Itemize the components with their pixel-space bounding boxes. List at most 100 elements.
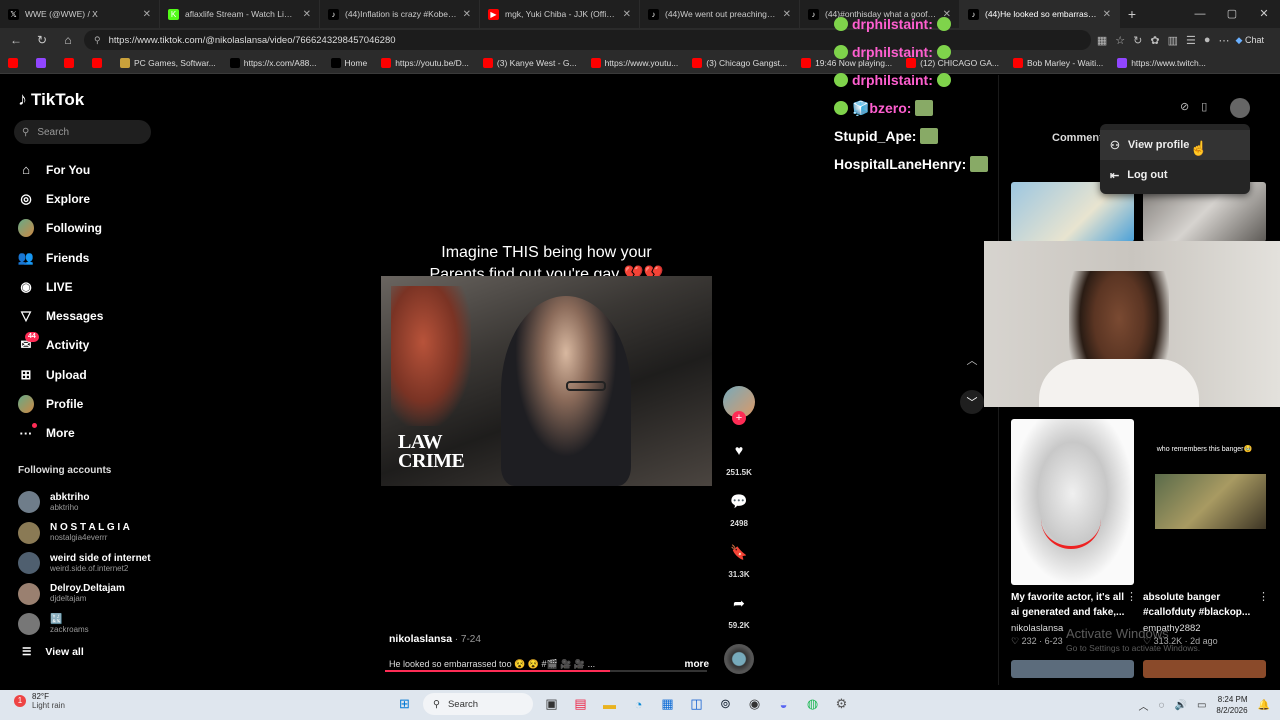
rec-left-more-icon[interactable]: ⋮: [1126, 590, 1137, 603]
video-player[interactable]: LAW CRIME: [381, 276, 712, 486]
new-tab-button[interactable]: +: [1120, 6, 1144, 22]
nav-item-upload[interactable]: ⊞ Upload: [18, 360, 103, 389]
copilot-chat-button[interactable]: ◆ Chat: [1236, 35, 1274, 46]
spotify-icon[interactable]: ◍: [802, 693, 823, 715]
bookmark-item[interactable]: (3) Chicago Gangst...: [692, 57, 787, 68]
share-icon[interactable]: ➦: [723, 587, 755, 619]
outlook-icon[interactable]: ◫: [686, 693, 707, 715]
back-icon[interactable]: ←: [6, 33, 26, 47]
nav-item-live[interactable]: ◉ LIVE: [18, 272, 103, 301]
close-tab-icon[interactable]: ✕: [1103, 9, 1111, 20]
volume-icon[interactable]: 🔊: [1175, 700, 1187, 711]
previous-video-button[interactable]: ︿: [960, 348, 984, 372]
widgets-icon[interactable]: ▤: [570, 693, 591, 715]
nav-item-profile[interactable]: Profile: [18, 389, 103, 418]
nav-item-explore[interactable]: ◎ Explore: [18, 184, 103, 213]
device-icon[interactable]: ▯: [1201, 100, 1207, 113]
nav-item-more[interactable]: ··· More: [18, 419, 103, 448]
battery-icon[interactable]: ▭: [1197, 700, 1206, 711]
bookmark-item[interactable]: Bob Marley - Waiti...: [1012, 57, 1103, 68]
bookmark-item[interactable]: https://youtu.be/D...: [381, 57, 469, 68]
browser-tab[interactable]: ▶ mgk, Yuki Chiba - JJK (Official Vide ✕: [480, 0, 640, 28]
extensions-icon[interactable]: ✿: [1150, 34, 1159, 47]
bookmark-item[interactable]: [64, 57, 78, 68]
bookmark-item[interactable]: https://www.twitch...: [1117, 57, 1206, 68]
task-view-icon[interactable]: ▣: [541, 693, 562, 715]
file-explorer-icon[interactable]: ▬: [599, 693, 620, 715]
comment-action[interactable]: 💬 2498: [720, 485, 758, 529]
browser-tab[interactable]: 𝕏 WWE (@WWE) / X ✕: [0, 0, 160, 28]
show-hidden-icons-icon[interactable]: ︿: [1139, 698, 1149, 713]
taskbar-search[interactable]: ⚲ Search: [423, 693, 533, 715]
favorite-star-icon[interactable]: ☆: [1115, 34, 1125, 47]
network-icon[interactable]: ◌: [1159, 700, 1165, 711]
maximize-button[interactable]: ▢: [1216, 0, 1248, 28]
follow-plus-icon[interactable]: +: [732, 411, 746, 425]
nav-item-for-you[interactable]: ⌂ For You: [18, 155, 103, 184]
site-info-icon[interactable]: ⚲: [94, 35, 101, 46]
notifications-icon[interactable]: 🔔: [1258, 700, 1270, 711]
browser-tab[interactable]: Kaflaxlife Stream - Watch Live on K ✕: [160, 0, 320, 28]
bookmark-item[interactable]: [36, 57, 50, 68]
more-menu-icon[interactable]: ⋯: [1219, 34, 1230, 47]
rec-right-more-icon[interactable]: ⋮: [1258, 590, 1269, 603]
user-avatar[interactable]: [1230, 98, 1250, 118]
bookmark-item[interactable]: Home: [330, 57, 367, 68]
store-icon[interactable]: ▦: [657, 693, 678, 715]
rec-thumbnail-6[interactable]: [1143, 660, 1266, 678]
log-out-menu-item[interactable]: ⇤ Log out: [1100, 160, 1250, 190]
comment-icon[interactable]: 💬: [723, 485, 755, 517]
following-account-item[interactable]: abktriho abktriho: [18, 487, 151, 518]
following-account-item[interactable]: 🔣 zackroams: [18, 609, 151, 640]
rec-thumbnail-3[interactable]: [1011, 419, 1134, 585]
steam-icon[interactable]: ⊚: [715, 693, 736, 715]
creator-avatar[interactable]: +: [723, 386, 755, 425]
rec-left-user[interactable]: nikolaslansa: [1011, 623, 1063, 634]
video-progress-bar[interactable]: [385, 670, 707, 672]
app-icon[interactable]: ◉: [744, 693, 765, 715]
clock[interactable]: 8:24 PM 8/2/2026: [1216, 694, 1247, 716]
more-button[interactable]: more: [685, 659, 709, 670]
bookmark-icon[interactable]: 🔖: [723, 536, 755, 568]
next-video-button[interactable]: ﹀: [960, 390, 984, 414]
nav-item-messages[interactable]: ▽ Messages: [18, 301, 103, 330]
apps-icon[interactable]: ▦: [1097, 34, 1107, 47]
music-disc-icon[interactable]: [724, 644, 754, 674]
video-author[interactable]: nikolaslansa: [389, 633, 452, 645]
browser-tab[interactable]: ♪ (44)Inflation is crazy #Kobe | TikTok ✕: [320, 0, 480, 28]
bookmark-item[interactable]: [8, 57, 22, 68]
rec-left-title[interactable]: My favorite actor, it's all ai generated…: [1011, 590, 1129, 620]
view-all-link[interactable]: ☰ View all: [22, 646, 84, 658]
minimize-button[interactable]: —: [1184, 0, 1216, 28]
edge-icon[interactable]: ◔: [628, 693, 649, 715]
bookmark-item[interactable]: https://www.youtu...: [590, 57, 678, 68]
rec-thumbnail-4[interactable]: who remembers this banger🥹: [1143, 419, 1266, 585]
browser-tab[interactable]: ♪ (44)We went out preaching the G ✕: [640, 0, 800, 28]
bookmark-item[interactable]: (3) Kanye West - G...: [482, 57, 577, 68]
following-account-item[interactable]: Delroy.Deltajam djdeltajam: [18, 579, 151, 610]
weather-widget[interactable]: 1 82°F Light rain: [14, 692, 65, 710]
settings-icon[interactable]: ⚙: [831, 693, 852, 715]
close-tab-icon[interactable]: ✕: [303, 9, 311, 20]
search-input[interactable]: ⚲ Search: [14, 120, 151, 144]
windows-start-icon[interactable]: ⊞: [394, 693, 415, 715]
profile-avatar-icon[interactable]: ●: [1204, 34, 1211, 47]
following-account-item[interactable]: N O S T A L G I Anostalgia4everrr: [18, 518, 151, 549]
bookmark-item[interactable]: PC Games, Softwar...: [120, 57, 216, 68]
coins-icon[interactable]: ⊘: [1180, 100, 1189, 113]
nav-item-friends[interactable]: 👥 Friends: [18, 243, 103, 272]
discord-icon[interactable]: ◒: [773, 693, 794, 715]
rec-right-title[interactable]: absolute banger #callofduty #blackop...: [1143, 590, 1261, 620]
tiktok-logo[interactable]: ♪ TikTok: [18, 89, 84, 110]
comments-tab[interactable]: Comment: [1052, 132, 1103, 144]
heart-icon[interactable]: ♥: [723, 434, 755, 466]
bookmark-item[interactable]: [92, 57, 106, 68]
close-window-button[interactable]: ✕: [1248, 0, 1280, 28]
nav-item-following[interactable]: Following: [18, 214, 103, 243]
nav-item-activity[interactable]: ✉ 44 Activity: [18, 331, 103, 360]
view-profile-menu-item[interactable]: ⚇ View profile: [1100, 130, 1250, 160]
close-tab-icon[interactable]: ✕: [143, 9, 151, 20]
close-tab-icon[interactable]: ✕: [623, 9, 631, 20]
save-action[interactable]: 🔖 31.3K: [720, 536, 758, 580]
home-icon[interactable]: ⌂: [58, 33, 78, 47]
